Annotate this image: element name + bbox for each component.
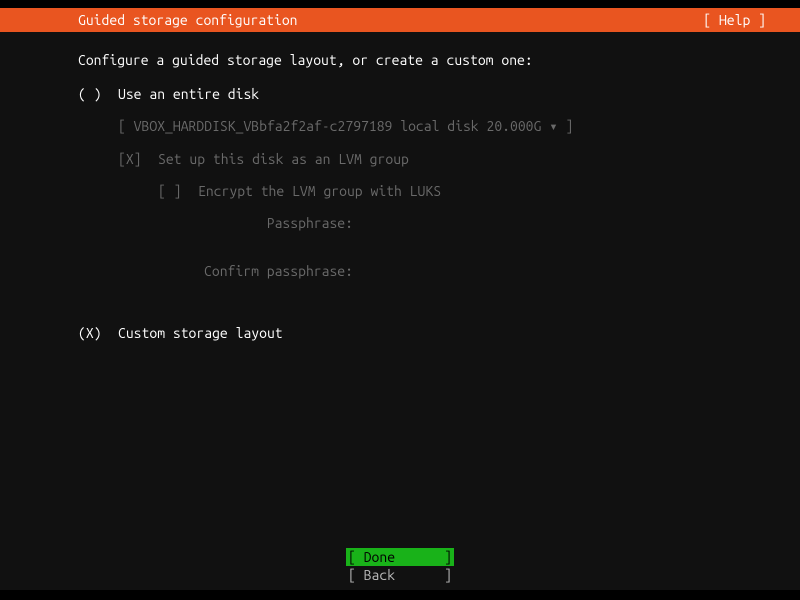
label-encrypt: Encrypt the LVM group with LUKS — [198, 183, 441, 199]
button-bar: [ Done ] [ Back ] — [0, 548, 800, 584]
done-button[interactable]: [ Done ] — [346, 548, 454, 566]
radio-custom[interactable]: (X) — [78, 325, 118, 341]
back-button[interactable]: [ Back ] — [346, 566, 454, 584]
option-lvm[interactable]: [X] Set up this disk as an LVM group — [0, 151, 800, 167]
passphrase-label: Passphrase: — [198, 215, 353, 231]
help-button[interactable]: [ Help ] — [703, 12, 800, 28]
page-title: Guided storage configuration — [0, 12, 298, 28]
option-custom-layout[interactable]: (X) Custom storage layout — [0, 325, 800, 341]
intro-text: Configure a guided storage layout, or cr… — [0, 32, 800, 68]
checkbox-encrypt[interactable]: [ ] — [158, 183, 198, 199]
label-entire-disk: Use an entire disk — [118, 86, 259, 102]
header-bar: Guided storage configuration [ Help ] — [0, 8, 800, 32]
label-custom: Custom storage layout — [118, 325, 283, 341]
back-label: Back — [364, 567, 395, 583]
content-area: Configure a guided storage layout, or cr… — [0, 32, 800, 590]
bracket-icon: [ — [348, 548, 356, 566]
option-encrypt[interactable]: [ ] Encrypt the LVM group with LUKS — [0, 183, 800, 199]
done-label: Done — [364, 549, 395, 565]
disk-selector[interactable]: [ VBOX_HARDDISK_VBbfa2f2af-c2797189 loca… — [0, 118, 800, 135]
confirm-passphrase-row: Confirm passphrase: — [0, 263, 800, 279]
bracket-icon: ] — [444, 548, 452, 566]
bracket-icon: [ — [348, 566, 356, 584]
option-entire-disk[interactable]: ( ) Use an entire disk — [0, 86, 800, 102]
confirm-passphrase-label: Confirm passphrase: — [198, 263, 353, 279]
passphrase-row: Passphrase: — [0, 215, 800, 231]
disk-dropdown[interactable]: [ VBOX_HARDDISK_VBbfa2f2af-c2797189 loca… — [118, 118, 573, 134]
checkbox-lvm[interactable]: [X] — [118, 151, 158, 167]
bracket-icon: ] — [444, 566, 452, 584]
radio-entire-disk[interactable]: ( ) — [78, 86, 118, 102]
label-lvm: Set up this disk as an LVM group — [158, 151, 409, 167]
